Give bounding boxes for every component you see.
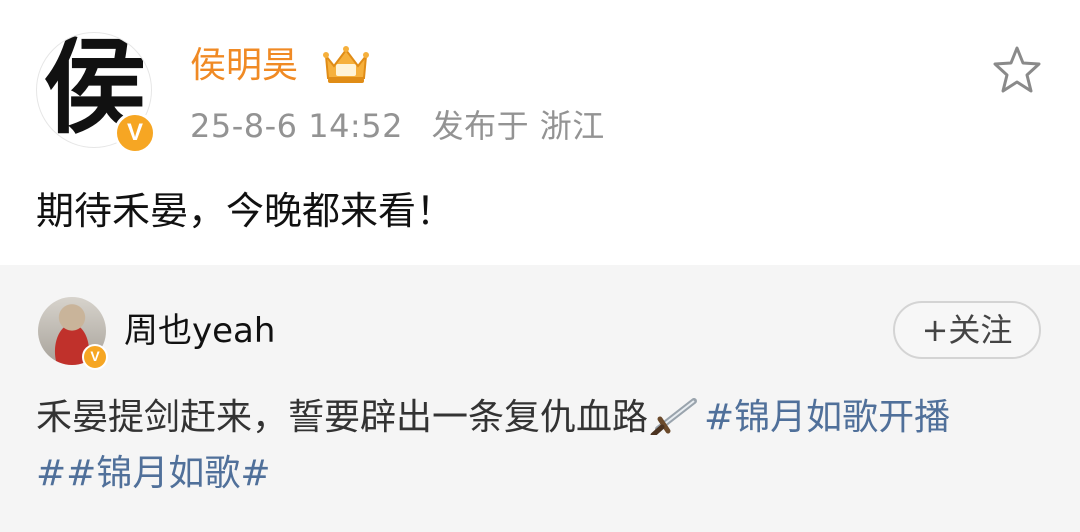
- verified-badge-icon: V: [114, 112, 156, 154]
- repost-author-name[interactable]: 周也yeah: [124, 306, 275, 356]
- crown-icon[interactable]: [320, 42, 372, 86]
- repost-verified-badge-icon: V: [82, 344, 108, 370]
- post-time: 25-8-6 14:52: [190, 107, 403, 145]
- weibo-post: 侯 V 侯明昊 25-8-6 14:52 发布于 浙江 期待禾晏，今晚都来看！: [0, 0, 1080, 265]
- hashtag-link[interactable]: #锦月如歌开播: [704, 397, 950, 438]
- post-location: 发布于 浙江: [431, 107, 605, 145]
- star-icon[interactable]: [990, 44, 1044, 94]
- hashtag-link[interactable]: ##锦月如歌#: [36, 453, 271, 494]
- repost-body: 禾晏提剑赶来，誓要辟出一条复仇血路: [36, 397, 649, 438]
- post-meta: 25-8-6 14:52 发布于 浙江: [190, 104, 623, 148]
- follow-button[interactable]: +关注: [893, 301, 1041, 359]
- sword-icon: [650, 398, 698, 435]
- repost-text: 禾晏提剑赶来，誓要辟出一条复仇血路 #锦月如歌开播 ##锦月如歌#: [36, 390, 1056, 502]
- post-text: 期待禾晏，今晚都来看！: [36, 189, 455, 233]
- author-name[interactable]: 侯明昊: [190, 40, 298, 92]
